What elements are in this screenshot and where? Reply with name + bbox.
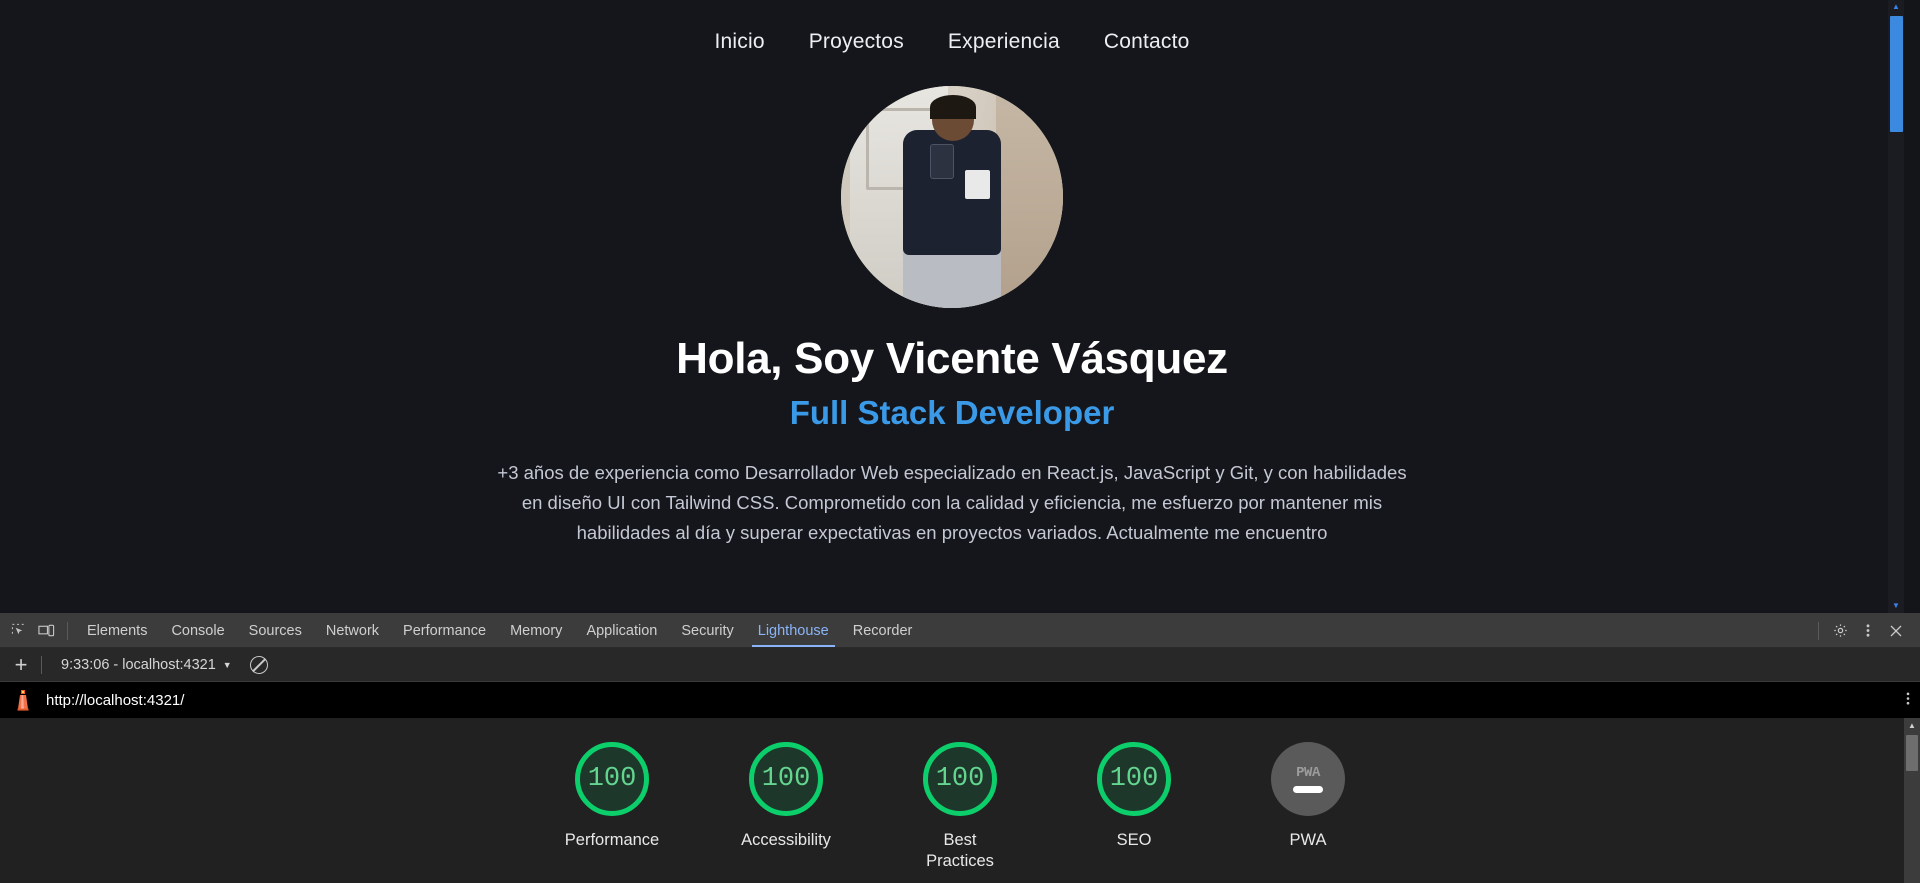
nav-item-proyectos[interactable]: Proyectos	[809, 30, 904, 54]
lighthouse-report: 100 Performance 100 Accessibility 100 Be…	[0, 718, 1920, 883]
lighthouse-url-bar: http://localhost:4321/	[0, 682, 1920, 718]
page-subtitle: Full Stack Developer	[789, 394, 1115, 431]
gauge-best-practices-label: Best Practices	[926, 831, 994, 870]
lh-scroll-up-icon[interactable]: ▲	[1904, 718, 1920, 732]
screen: Inicio Proyectos Experiencia Contacto Ho…	[0, 0, 1920, 883]
close-devtools-icon[interactable]	[1882, 618, 1910, 644]
gauge-performance-label: Performance	[564, 831, 660, 849]
tab-application[interactable]: Application	[574, 614, 669, 647]
gauge-seo[interactable]: 100 SEO	[1074, 742, 1194, 851]
tab-performance[interactable]: Performance	[391, 614, 498, 647]
scroll-down-arrow-icon[interactable]: ▼	[1888, 599, 1904, 613]
tab-network[interactable]: Network	[314, 614, 391, 647]
report-selector-label: 9:33:06 - localhost:4321	[61, 656, 216, 673]
gauge-performance-score: 100	[575, 742, 649, 816]
score-gauges: 100 Performance 100 Accessibility 100 Be…	[0, 718, 1920, 872]
page-scrollbar[interactable]: ▲ ▼	[1888, 0, 1904, 613]
gauge-best-practices[interactable]: 100 Best Practices	[900, 742, 1020, 872]
lighthouse-toolbar-divider	[41, 655, 42, 674]
tab-sources[interactable]: Sources	[237, 614, 314, 647]
inspect-element-icon[interactable]	[4, 618, 32, 644]
nav-item-experiencia[interactable]: Experiencia	[948, 30, 1060, 54]
avatar-person-lanyard	[965, 170, 990, 200]
gauge-accessibility[interactable]: 100 Accessibility	[726, 742, 846, 851]
avatar-person-phone	[929, 143, 955, 180]
lighthouse-logo-icon	[10, 689, 36, 711]
tab-elements[interactable]: Elements	[75, 614, 159, 647]
report-options-icon[interactable]	[1906, 691, 1910, 710]
tab-memory[interactable]: Memory	[498, 614, 574, 647]
scroll-up-arrow-icon[interactable]: ▲	[1888, 0, 1904, 14]
devtools-tab-list: Elements Console Sources Network Perform…	[75, 614, 924, 647]
pwa-dash-icon	[1293, 786, 1323, 793]
page-title: Hola, Soy Vicente Vásquez	[676, 334, 1228, 383]
avatar	[841, 86, 1063, 308]
more-options-icon[interactable]	[1854, 618, 1882, 644]
nav-item-contacto[interactable]: Contacto	[1104, 30, 1190, 54]
gauge-best-practices-score: 100	[923, 742, 997, 816]
lh-scrollbar-thumb[interactable]	[1906, 735, 1918, 771]
device-toolbar-icon[interactable]	[32, 618, 60, 644]
lighthouse-scrollbar[interactable]: ▲ ▼	[1904, 718, 1920, 883]
gauge-pwa-badge: PWA	[1271, 742, 1345, 816]
new-report-button[interactable]: +	[8, 653, 34, 676]
actions-divider	[1818, 621, 1819, 640]
devtools-toolbar-actions	[1811, 618, 1920, 644]
nav-item-inicio[interactable]: Inicio	[714, 30, 764, 54]
gauge-pwa-label: PWA	[1289, 831, 1327, 849]
tab-console[interactable]: Console	[159, 614, 236, 647]
gauge-seo-score: 100	[1097, 742, 1171, 816]
pwa-text: PWA	[1296, 765, 1320, 781]
lighthouse-toolbar: + 9:33:06 - localhost:4321 ▼	[0, 648, 1920, 682]
avatar-person-pants	[903, 245, 1001, 308]
avatar-container	[0, 86, 1904, 308]
toolbar-divider	[67, 621, 68, 640]
gauge-accessibility-score: 100	[749, 742, 823, 816]
avatar-wall-tile	[996, 86, 1063, 308]
devtools-panel: Elements Console Sources Network Perform…	[0, 613, 1920, 883]
scrollbar-thumb[interactable]	[1890, 16, 1903, 132]
website-viewport: Inicio Proyectos Experiencia Contacto Ho…	[0, 0, 1904, 613]
gauge-accessibility-label: Accessibility	[741, 831, 831, 849]
report-url: http://localhost:4321/	[46, 691, 185, 709]
gauge-seo-label: SEO	[1116, 831, 1152, 849]
site-nav: Inicio Proyectos Experiencia Contacto	[0, 0, 1904, 54]
tab-security[interactable]: Security	[669, 614, 745, 647]
avatar-person-hair	[929, 94, 977, 120]
clear-all-icon[interactable]	[249, 655, 268, 674]
gauge-performance[interactable]: 100 Performance	[552, 742, 672, 851]
report-selector[interactable]: 9:33:06 - localhost:4321 ▼	[61, 657, 232, 673]
chevron-down-icon: ▼	[222, 659, 232, 670]
gauge-pwa[interactable]: PWA PWA	[1248, 742, 1368, 851]
devtools-tabbar: Elements Console Sources Network Perform…	[0, 614, 1920, 648]
settings-gear-icon[interactable]	[1826, 618, 1854, 644]
page-intro-text: +3 años de experiencia como Desarrollado…	[497, 462, 1407, 543]
tab-recorder[interactable]: Recorder	[841, 614, 925, 647]
tab-lighthouse[interactable]: Lighthouse	[746, 614, 841, 647]
